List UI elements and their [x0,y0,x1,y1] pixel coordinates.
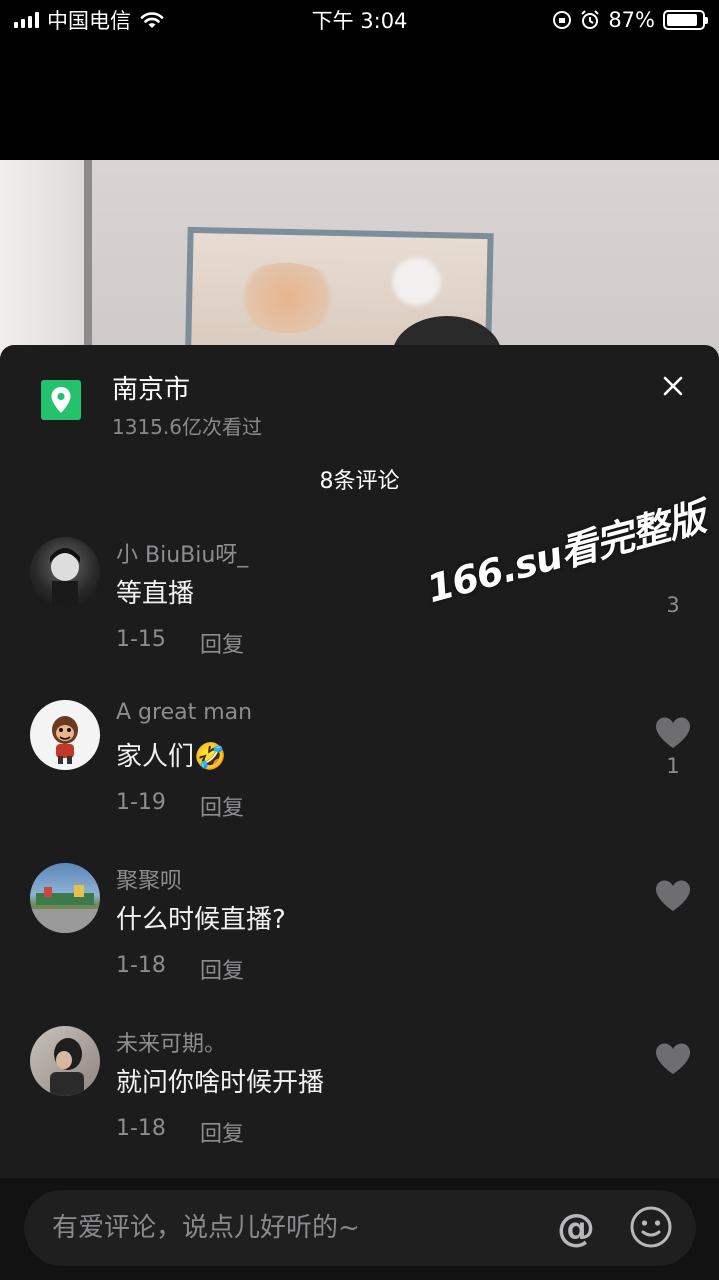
status-left: 中国电信 [14,5,165,35]
comment-text: 家人们🤣 [116,742,227,772]
comment-count: 8条评论 [319,469,400,494]
battery-icon [663,10,708,30]
cellular-signal-icon [14,12,39,28]
comment-date: 1-18 [116,1116,166,1141]
comment-date: 1-18 [116,953,166,978]
location-views: 1315.6亿次看过 [112,415,262,439]
like-count: 1 [666,754,680,778]
comment-input-bar: @ [24,1190,696,1266]
close-icon [663,376,683,396]
comment-date: 1-19 [116,790,166,815]
mention-at-icon[interactable]: @ [554,1206,598,1250]
video-player[interactable] [0,160,719,360]
video-pole [84,160,92,360]
comment-text: 等直播 [116,579,195,609]
comment-meta: 1-18 回复 [116,953,244,985]
comment-text: 什么时候直播? [116,905,286,935]
like-button[interactable]: 3 [654,553,692,617]
comment-meta: 1-18 回复 [116,1116,244,1148]
comment-username[interactable]: A great man [116,700,252,725]
comment-sheet: 南京市 1315.6亿次看过 8条评论 小 BiuBiu呀_ 等直播 1-15 … [0,345,719,1280]
avatar[interactable] [30,700,100,770]
status-right: 87% [552,8,708,32]
orientation-lock-icon [553,11,572,29]
heart-icon [656,880,690,911]
wifi-icon [140,12,164,28]
alarm-icon [581,10,600,29]
like-button[interactable] [654,879,692,913]
comment-date: 1-15 [116,627,166,652]
reply-button[interactable]: 回复 [200,953,244,985]
comment-item: 聚聚呗 什么时候直播? 1-18 回复 [0,863,719,1013]
comment-username[interactable]: 小 BiuBiu呀_ [116,537,248,569]
avatar[interactable] [30,537,100,607]
comment-item: A great man 家人们🤣 1-19 回复 1 [0,700,719,850]
comment-input[interactable] [52,1190,552,1266]
location-pin-icon [41,380,81,420]
comment-item: 未来可期。 就问你啥时候开播 1-18 回复 [0,1026,719,1176]
avatar[interactable] [30,863,100,933]
comment-meta: 1-19 回复 [116,790,244,822]
like-button[interactable] [654,1042,692,1076]
battery-percent: 87% [608,8,655,32]
like-button[interactable]: 1 [654,716,692,778]
video-curtain [0,160,90,360]
like-count: 3 [666,593,680,617]
status-time: 下午 3:04 [311,9,408,33]
reply-button[interactable]: 回复 [200,1116,244,1148]
comment-username[interactable]: 未来可期。 [116,1026,226,1058]
comment-username[interactable]: 聚聚呗 [116,863,182,895]
close-button[interactable] [656,369,690,403]
reply-button[interactable]: 回复 [200,627,244,659]
comment-meta: 1-15 回复 [116,627,244,659]
comment-input-area: @ [0,1178,719,1280]
avatar[interactable] [30,1026,100,1096]
carrier-label: 中国电信 [47,9,131,33]
reply-button[interactable]: 回复 [200,790,244,822]
location-title[interactable]: 南京市 [112,369,190,406]
comment-text: 就问你啥时候开播 [116,1068,325,1098]
heart-icon [656,717,690,748]
emoji-icon[interactable] [628,1204,674,1250]
status-bar: 中国电信 下午 3:04 87% [0,0,719,40]
heart-icon [656,1043,690,1074]
